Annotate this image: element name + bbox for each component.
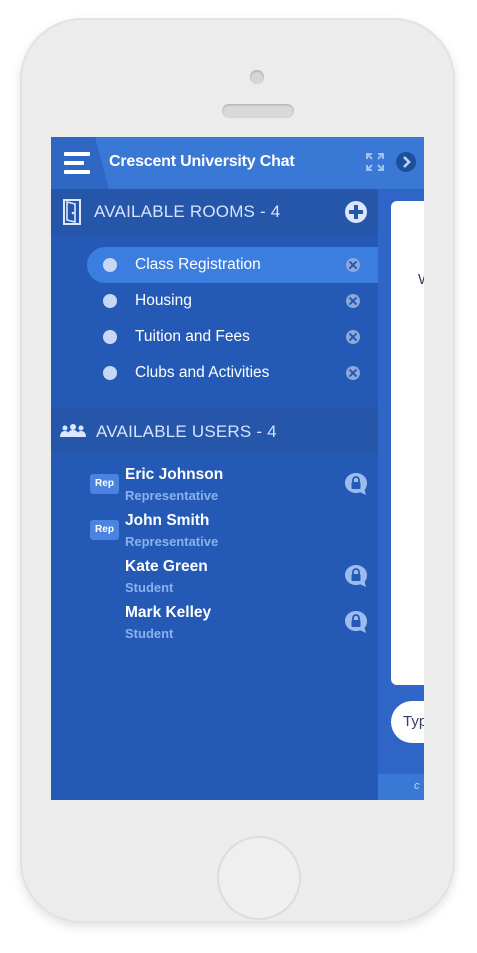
add-room-plus-icon[interactable]: [345, 201, 367, 223]
rooms-header-title: AVAILABLE ROOMS - 4: [94, 202, 281, 221]
chat-input-placeholder: Typ: [403, 713, 424, 730]
chat-footer: c: [378, 774, 424, 800]
close-icon[interactable]: [346, 294, 360, 308]
users-icon: [60, 424, 86, 437]
room-item-clubs-and-activities[interactable]: Clubs and Activities: [51, 355, 378, 391]
room-label: Housing: [135, 292, 192, 309]
menu-button[interactable]: [51, 137, 109, 189]
room-dot: [103, 294, 117, 308]
room-dot: [103, 330, 117, 344]
lock-chat-icon[interactable]: [344, 472, 368, 496]
room-label: Tuition and Fees: [135, 328, 250, 345]
user-role: Representative: [125, 488, 219, 503]
user-item-kate-green[interactable]: Kate Green Student: [51, 556, 378, 600]
camera: [250, 70, 264, 84]
chat-message-text: W: [418, 271, 424, 288]
user-name: Kate Green: [125, 558, 208, 575]
lock-chat-icon[interactable]: [344, 610, 368, 634]
sidebar: AVAILABLE ROOMS - 4 Class Registration H…: [51, 189, 387, 800]
top-bar: Crescent University Chat: [51, 137, 424, 189]
user-name: Mark Kelley: [125, 604, 212, 621]
room-label: Class Registration: [135, 256, 261, 273]
hamburger-icon: [64, 152, 90, 174]
chat-input[interactable]: Typ: [391, 701, 424, 743]
chevron-right-icon[interactable]: [396, 152, 416, 172]
speaker: [222, 104, 294, 118]
user-role: Student: [125, 580, 174, 595]
user-role: Student: [125, 626, 174, 641]
chat-footer-text: c: [414, 780, 420, 792]
room-item-tuition-and-fees[interactable]: Tuition and Fees: [51, 319, 378, 355]
rep-badge: Rep: [90, 474, 119, 494]
chat-message-panel: W: [391, 201, 424, 685]
rep-badge: Rep: [90, 520, 119, 540]
chat-area: W Typ c: [378, 189, 424, 800]
room-item-class-registration[interactable]: Class Registration: [51, 247, 387, 283]
users-header: AVAILABLE USERS - 4: [51, 407, 378, 453]
lock-chat-icon[interactable]: [344, 564, 368, 588]
app-title: Crescent University Chat: [109, 153, 295, 170]
users-header-title: AVAILABLE USERS - 4: [96, 422, 277, 441]
user-name: Eric Johnson: [125, 466, 224, 483]
rooms-header: AVAILABLE ROOMS - 4: [51, 189, 378, 235]
close-icon[interactable]: [346, 366, 360, 380]
user-role: Representative: [125, 534, 219, 549]
home-button[interactable]: [217, 836, 301, 920]
user-item-eric-johnson[interactable]: Rep Eric Johnson Representative: [51, 464, 378, 508]
user-item-john-smith[interactable]: Rep John Smith Representative: [51, 510, 378, 554]
close-icon[interactable]: [346, 330, 360, 344]
user-item-mark-kelley[interactable]: Mark Kelley Student: [51, 602, 378, 646]
room-dot: [103, 258, 117, 272]
room-dot: [103, 366, 117, 380]
app-screen: Crescent University Chat AVAILABLE ROOMS…: [51, 137, 424, 800]
room-item-housing[interactable]: Housing: [51, 283, 378, 319]
close-icon[interactable]: [346, 258, 360, 272]
expand-icon[interactable]: [366, 153, 384, 171]
user-name: John Smith: [125, 512, 210, 529]
door-icon: [63, 199, 81, 225]
room-label: Clubs and Activities: [135, 364, 270, 381]
